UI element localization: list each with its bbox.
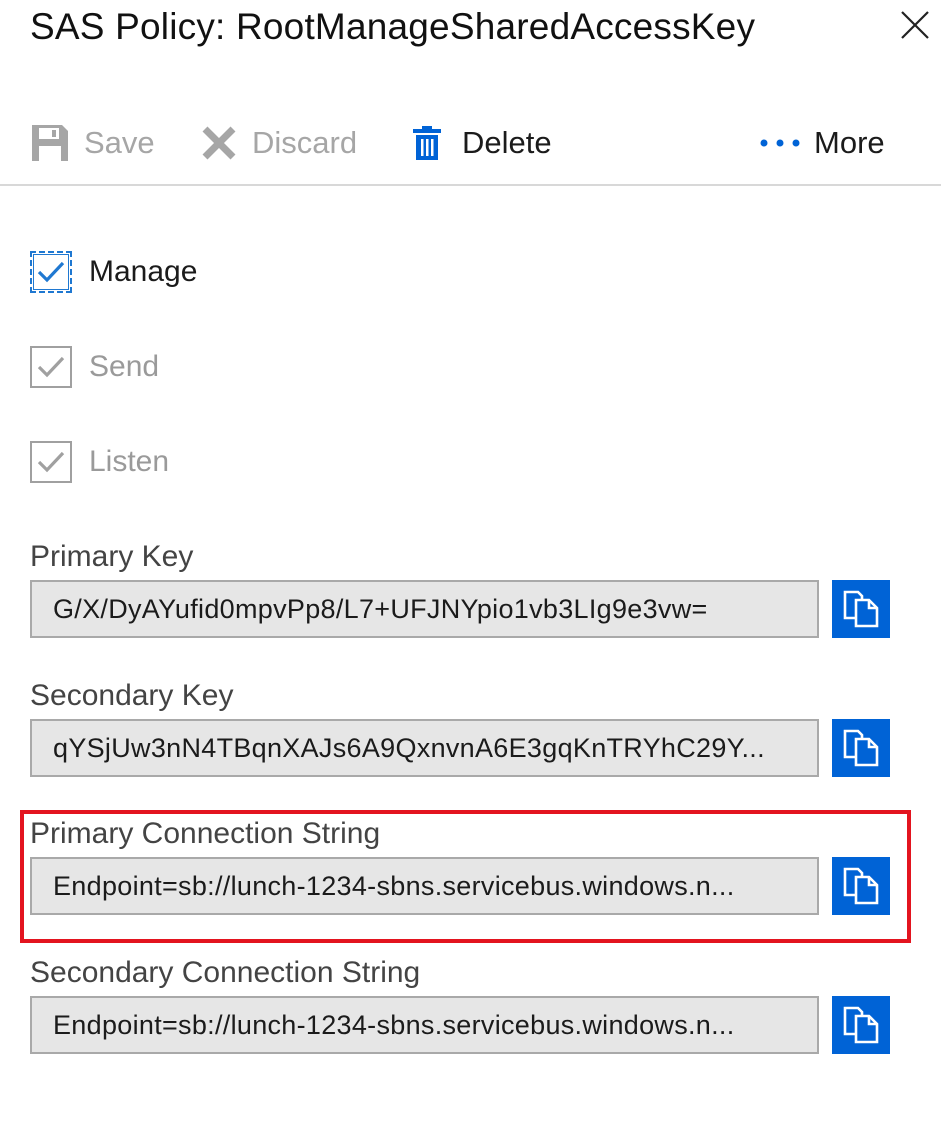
claim-send[interactable]: Send xyxy=(30,345,159,389)
checkmark-icon xyxy=(37,356,65,378)
secondary-key-field: Secondary Key qYSjUw3nN4TBqnXAJs6A9Qxnvn… xyxy=(30,676,892,777)
more-button[interactable]: More xyxy=(760,108,885,178)
send-checkbox[interactable] xyxy=(30,346,72,388)
manage-checkbox[interactable] xyxy=(30,251,72,293)
save-label: Save xyxy=(84,125,155,160)
copy-icon xyxy=(843,729,879,767)
primary-connection-string-field: Primary Connection String Endpoint=sb://… xyxy=(30,814,892,915)
toolbar-divider xyxy=(0,184,941,186)
listen-label: Listen xyxy=(89,445,170,478)
ellipsis-icon xyxy=(760,138,800,148)
checkmark-icon xyxy=(37,451,65,473)
trash-icon xyxy=(412,125,442,161)
copy-secondary-key-button[interactable] xyxy=(832,719,890,777)
claim-listen[interactable]: Listen xyxy=(30,440,169,484)
close-icon xyxy=(901,11,929,39)
delete-button[interactable]: Delete xyxy=(412,108,552,178)
copy-icon xyxy=(843,590,879,628)
primary-key-field: Primary Key G/X/DyAYufid0mpvPp8/L7+UFJNY… xyxy=(30,537,892,638)
manage-label: Manage xyxy=(89,255,198,288)
panel-title: SAS Policy: RootManageSharedAccessKey xyxy=(30,6,756,47)
copy-primary-connection-string-button[interactable] xyxy=(832,857,890,915)
discard-button[interactable]: Discard xyxy=(200,108,357,178)
floppy-disk-icon xyxy=(30,123,70,163)
delete-label: Delete xyxy=(462,125,552,160)
close-button[interactable] xyxy=(896,6,934,44)
copy-secondary-connection-string-button[interactable] xyxy=(832,996,890,1054)
copy-icon xyxy=(843,1006,879,1044)
save-button[interactable]: Save xyxy=(30,108,155,178)
primary-connection-string-input[interactable]: Endpoint=sb://lunch-1234-sbns.servicebus… xyxy=(30,857,819,915)
secondary-connection-string-input[interactable]: Endpoint=sb://lunch-1234-sbns.servicebus… xyxy=(30,996,819,1054)
secondary-connection-string-field: Secondary Connection String Endpoint=sb:… xyxy=(30,953,892,1054)
secondary-key-label: Secondary Key xyxy=(30,679,234,712)
secondary-key-input[interactable]: qYSjUw3nN4TBqnXAJs6A9QxnvnA6E3gqKnTRYhC2… xyxy=(30,719,819,777)
discard-label: Discard xyxy=(252,125,358,160)
more-label: More xyxy=(814,125,885,160)
copy-icon xyxy=(843,867,879,905)
command-bar: Save Discard Delete More xyxy=(0,108,941,178)
primary-key-input[interactable]: G/X/DyAYufid0mpvPp8/L7+UFJNYpio1vb3LIg9e… xyxy=(30,580,819,638)
secondary-connection-string-label: Secondary Connection String xyxy=(30,956,421,989)
checkmark-icon xyxy=(37,261,65,283)
listen-checkbox[interactable] xyxy=(30,441,72,483)
primary-key-label: Primary Key xyxy=(30,540,194,573)
primary-connection-string-label: Primary Connection String xyxy=(30,817,381,850)
send-label: Send xyxy=(89,350,160,383)
copy-primary-key-button[interactable] xyxy=(832,580,890,638)
x-icon xyxy=(200,124,238,162)
claim-manage[interactable]: Manage xyxy=(30,250,197,294)
